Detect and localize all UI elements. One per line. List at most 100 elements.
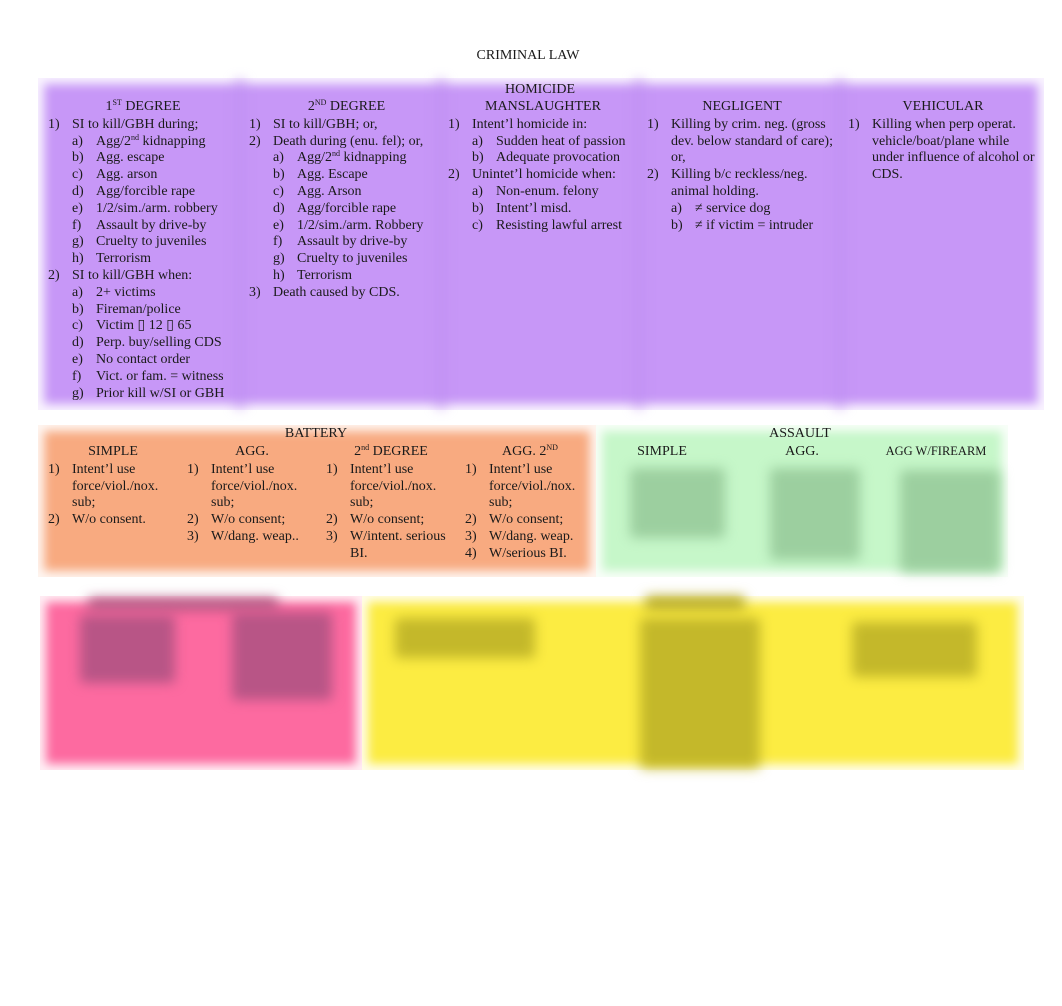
column-heading: MANSLAUGHTER: [485, 99, 601, 114]
item-text: Intent’l use force/viol./nox. sub;: [489, 461, 576, 511]
list-item: 1) Intent’l use force/viol./nox. sub;: [48, 462, 178, 512]
superscript: nd: [131, 132, 139, 142]
column-heading: NEGLIGENT: [702, 99, 782, 114]
item-text: SI to kill/GBH when:: [72, 267, 193, 283]
assault-col-agg-heading: AGG.: [785, 444, 819, 459]
sub-item-letter: f): [72, 368, 82, 384]
sub-list-item: e) 1/2/sim./arm. Robbery: [249, 218, 444, 235]
sub-item-letter: a): [72, 133, 83, 149]
sub-list-item: c) Resisting lawful arrest: [448, 218, 638, 235]
sub-item-letter: d): [72, 183, 84, 199]
sub-list-item: b) Agg. Escape: [249, 167, 444, 184]
sub-item-letter: b): [72, 150, 84, 166]
item-text: Agg. escape: [96, 150, 165, 166]
superscript: ST: [112, 98, 122, 107]
list-item: 1) Killing when perp operat. vehicle/boat…: [848, 117, 1038, 184]
item-number: 1): [448, 116, 460, 132]
sub-item-letter: a): [472, 183, 483, 199]
list-item: 2) W/o consent;: [465, 512, 595, 529]
item-text: ≠ service dog: [695, 200, 771, 216]
sub-list-item: d) Agg/forcible rape: [48, 184, 238, 201]
battery-column: AGG. 1) Intent’l use force/viol./nox. sub;…: [187, 444, 317, 546]
superscript: nd: [361, 443, 370, 452]
item-text: Assault by drive-by: [96, 217, 207, 233]
assault-firearm-redacted: [900, 470, 1000, 572]
sub-item-letter: c): [72, 167, 83, 183]
sub-item-letter: a): [671, 200, 682, 216]
item-text: Killing by crim. neg. (gross dev. below …: [671, 116, 833, 166]
sub-list-item: b) ≠ if victim = intruder: [647, 218, 837, 235]
item-number: 1): [48, 461, 60, 477]
sub-list-item: g) Prior kill w/SI or GBH: [48, 386, 238, 403]
item-number: 4): [465, 545, 477, 561]
item-number: 2): [448, 167, 460, 183]
superscript: ND: [546, 443, 558, 452]
list-item: 3) Death caused by CDS.: [249, 285, 444, 302]
sub-list-item: f) Assault by drive-by: [249, 234, 444, 251]
sub-list-item: c) Agg. arson: [48, 167, 238, 184]
item-text: W/dang. weap.: [489, 528, 574, 544]
list-item: 2) W/o consent;: [326, 512, 456, 529]
sub-list-item: d) Perp. buy/selling CDS: [48, 335, 238, 352]
item-text: 1/2/sim./arm. robbery: [96, 200, 218, 216]
sub-list-item: h) Terrorism: [249, 268, 444, 285]
column-heading: AGG. 2ND: [502, 443, 558, 460]
homicide-column: MANSLAUGHTER 1) Intent’l homicide in: a) Sud…: [448, 99, 638, 234]
sub-list-item: c) Victim ▯ 12 ▯ 65: [48, 318, 238, 335]
item-text: Prior kill w/SI or GBH: [96, 385, 225, 401]
sub-item-letter: f): [72, 217, 82, 233]
item-text: Vict. or fam. = witness: [96, 368, 224, 384]
pink-section-header-redacted: [88, 598, 278, 610]
sub-item-letter: h): [72, 251, 84, 267]
list-item: 3) W/intent. serious BI.: [326, 529, 456, 563]
sub-list-item: c) Agg. Arson: [249, 184, 444, 201]
sub-item-letter: h): [273, 267, 285, 283]
item-text: Death caused by CDS.: [273, 284, 400, 300]
homicide-header: HOMICIDE: [505, 82, 575, 97]
item-text: SI to kill/GBH; or,: [273, 116, 378, 132]
sub-list-item: e) 1/2/sim./arm. robbery: [48, 201, 238, 218]
sub-item-letter: g): [72, 385, 84, 401]
sub-list-item: a) Agg/2nd kidnapping: [249, 150, 444, 167]
sub-item-letter: b): [472, 200, 484, 216]
yellow-col1-redacted: [395, 618, 535, 658]
list-item: 2) Killing b/c reckless/neg. animal holdi…: [647, 167, 837, 201]
yellow-col2-redacted: [640, 618, 760, 768]
item-text: Intent’l homicide in:: [472, 116, 588, 132]
battery-column: 2nd DEGREE 1) Intent’l use force/viol./nox…: [326, 444, 456, 563]
item-text: Perp. buy/selling CDS: [96, 335, 222, 351]
assault-agg-redacted: [770, 468, 860, 560]
item-number: 1): [249, 116, 261, 132]
sub-item-letter: d): [273, 200, 285, 216]
item-text: Terrorism: [297, 267, 353, 283]
item-text: W/serious BI.: [489, 545, 567, 561]
list-item: 4) W/serious BI.: [465, 546, 595, 563]
sub-item-letter: a): [273, 150, 284, 166]
item-text: 2+ victims: [96, 284, 156, 300]
list-item: 1) SI to kill/GBH; or,: [249, 117, 444, 134]
sub-item-letter: d): [72, 335, 84, 351]
item-text: Agg/forcible rape: [297, 200, 397, 216]
item-number: 2): [249, 133, 261, 149]
item-text: Fireman/police: [96, 301, 181, 317]
sub-list-item: b) Fireman/police: [48, 302, 238, 319]
superscript: ND: [314, 98, 327, 107]
document-title: CRIMINAL LAW: [476, 48, 580, 63]
item-number: 2): [326, 512, 338, 528]
item-text: Agg. Escape: [297, 167, 368, 183]
item-text: Assault by drive-by: [297, 234, 408, 250]
sub-item-letter: c): [273, 183, 284, 199]
sub-item-letter: g): [273, 251, 285, 267]
list-item: 2) Unintet’l homicide when:: [448, 167, 638, 184]
sub-list-item: b) Adequate provocation: [448, 150, 638, 167]
item-text: W/o consent;: [489, 512, 564, 528]
item-text: Agg. arson: [96, 167, 158, 183]
sub-item-letter: a): [72, 284, 83, 300]
homicide-column: 1ST DEGREE 1) SI to kill/GBH during; a) Agg/…: [48, 99, 238, 402]
item-text: W/dang. weap..: [211, 528, 299, 544]
item-text: SI to kill/GBH during;: [72, 116, 199, 132]
list-item: 1) Intent’l use force/viol./nox. sub;: [326, 462, 456, 512]
item-text: Unintet’l homicide when:: [472, 167, 616, 183]
list-item: 3) W/dang. weap..: [187, 529, 317, 546]
item-text: Killing b/c reckless/neg. animal holding…: [671, 167, 808, 199]
